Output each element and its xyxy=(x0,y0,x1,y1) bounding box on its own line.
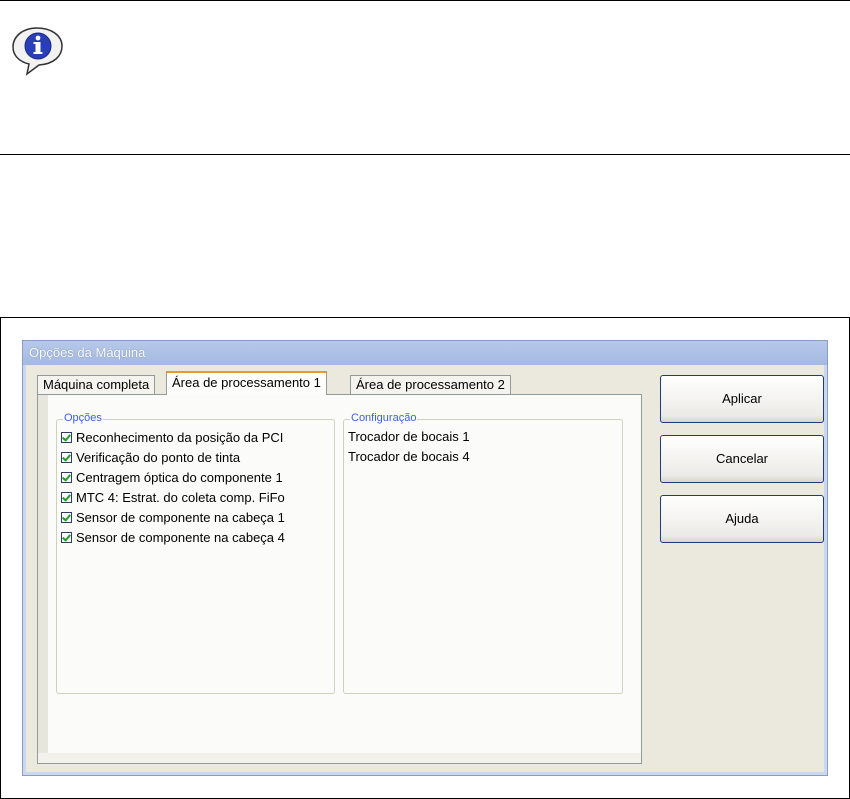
option-label: Sensor de componente na cabeça 4 xyxy=(76,529,285,545)
option-label: Centragem óptica do componente 1 xyxy=(76,469,283,485)
apply-button[interactable]: Aplicar xyxy=(660,375,824,423)
help-button[interactable]: Ajuda xyxy=(660,495,824,543)
title-bar[interactable]: Opções da Máquina xyxy=(23,341,827,365)
dialog-title: Opções da Máquina xyxy=(29,345,146,360)
checkbox[interactable] xyxy=(61,431,72,443)
option-pcb-position-recognition[interactable]: Reconhecimento da posição da PCI xyxy=(61,427,283,447)
tab-machine-complete[interactable]: Máquina completa xyxy=(37,375,156,395)
checkbox[interactable] xyxy=(61,531,72,543)
panel-stripe xyxy=(38,395,48,763)
note-top-rule xyxy=(0,0,850,1)
checkbox[interactable] xyxy=(61,491,72,503)
panel-bottom xyxy=(38,753,641,763)
option-label: Reconhecimento da posição da PCI xyxy=(76,429,284,445)
tab-panel: Opções Reconhecimento da posição da PCI … xyxy=(37,394,642,764)
checkbox[interactable] xyxy=(61,511,72,523)
machine-options-dialog: Opções da Máquina Máquina completa Área … xyxy=(22,340,828,776)
cancel-button[interactable]: Cancelar xyxy=(660,435,824,483)
option-optical-centering[interactable]: Centragem óptica do componente 1 xyxy=(61,467,283,487)
option-label: Verificação do ponto de tinta xyxy=(76,449,241,465)
configuration-group: Configuração Trocador de bocais 1 Trocad… xyxy=(343,412,623,694)
option-label: MTC 4: Estrat. do coleta comp. FiFo xyxy=(76,489,285,505)
tab-processing-area-1[interactable]: Área de processamento 1 xyxy=(166,371,327,395)
tab-processing-area-2[interactable]: Área de processamento 2 xyxy=(350,375,511,395)
option-label: Sensor de componente na cabeça 1 xyxy=(76,509,285,525)
config-item: Trocador de bocais 4 xyxy=(348,449,470,464)
checkbox[interactable] xyxy=(61,471,72,483)
option-head-sensor-1[interactable]: Sensor de componente na cabeça 1 xyxy=(61,507,285,527)
option-mtc4-fifo[interactable]: MTC 4: Estrat. do coleta comp. FiFo xyxy=(61,487,285,507)
checkbox[interactable] xyxy=(61,451,72,463)
option-head-sensor-4[interactable]: Sensor de componente na cabeça 4 xyxy=(61,527,285,547)
options-group: Opções Reconhecimento da posição da PCI … xyxy=(56,412,335,694)
dialog-client-area: Máquina completa Área de processamento 1… xyxy=(26,365,824,772)
configuration-legend: Configuração xyxy=(350,412,418,424)
options-legend: Opções xyxy=(63,412,103,424)
config-item: Trocador de bocais 1 xyxy=(348,429,470,444)
note-bottom-rule xyxy=(0,154,850,155)
info-icon xyxy=(8,24,70,76)
option-ink-point-check[interactable]: Verificação do ponto de tinta xyxy=(61,447,240,467)
